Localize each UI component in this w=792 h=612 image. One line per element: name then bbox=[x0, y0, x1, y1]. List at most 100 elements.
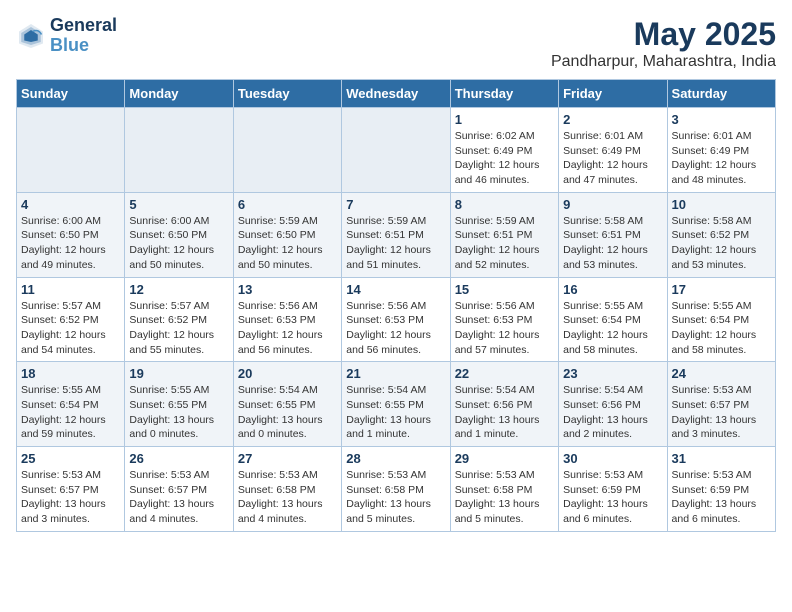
calendar-day-cell: 10 Sunrise: 5:58 AM Sunset: 6:52 PM Dayli… bbox=[667, 192, 775, 277]
day-number: 16 bbox=[563, 282, 662, 297]
day-info: Sunrise: 5:59 AM Sunset: 6:51 PM Dayligh… bbox=[455, 214, 554, 273]
month-title: May 2025 bbox=[551, 16, 776, 53]
calendar-day-cell: 22 Sunrise: 5:54 AM Sunset: 6:56 PM Dayli… bbox=[450, 362, 558, 447]
day-number: 15 bbox=[455, 282, 554, 297]
day-info: Sunrise: 5:53 AM Sunset: 6:58 PM Dayligh… bbox=[455, 468, 554, 527]
day-info: Sunrise: 5:53 AM Sunset: 6:58 PM Dayligh… bbox=[238, 468, 337, 527]
day-number: 20 bbox=[238, 366, 337, 381]
day-number: 12 bbox=[129, 282, 228, 297]
weekday-header: Monday bbox=[125, 80, 233, 108]
calendar-day-cell: 5Sunrise: 6:00 AM Sunset: 6:50 PM Daylig… bbox=[125, 192, 233, 277]
calendar-day-cell: 15Sunrise: 5:56 AM Sunset: 6:53 PM Dayli… bbox=[450, 277, 558, 362]
logo-line2: Blue bbox=[50, 36, 117, 56]
day-number: 18 bbox=[21, 366, 120, 381]
calendar-day-cell: 27Sunrise: 5:53 AM Sunset: 6:58 PM Dayli… bbox=[233, 447, 341, 532]
day-info: Sunrise: 5:55 AM Sunset: 6:54 PM Dayligh… bbox=[563, 299, 662, 358]
day-number: 9 bbox=[563, 197, 662, 212]
calendar-week-row: 25Sunrise: 5:53 AM Sunset: 6:57 PM Dayli… bbox=[17, 447, 776, 532]
day-number: 11 bbox=[21, 282, 120, 297]
calendar-day-cell bbox=[125, 108, 233, 193]
day-info: Sunrise: 5:59 AM Sunset: 6:51 PM Dayligh… bbox=[346, 214, 445, 273]
day-info: Sunrise: 5:55 AM Sunset: 6:55 PM Dayligh… bbox=[129, 383, 228, 442]
calendar-day-cell: 8 Sunrise: 5:59 AM Sunset: 6:51 PM Daylig… bbox=[450, 192, 558, 277]
day-info: Sunrise: 5:53 AM Sunset: 6:59 PM Dayligh… bbox=[563, 468, 662, 527]
day-number: 22 bbox=[455, 366, 554, 381]
calendar-day-cell: 9 Sunrise: 5:58 AM Sunset: 6:51 PM Daylig… bbox=[559, 192, 667, 277]
day-info: Sunrise: 5:53 AM Sunset: 6:57 PM Dayligh… bbox=[129, 468, 228, 527]
calendar-day-cell: 2 Sunrise: 6:01 AM Sunset: 6:49 PM Daylig… bbox=[559, 108, 667, 193]
day-number: 4 bbox=[21, 197, 120, 212]
day-number: 6 bbox=[238, 197, 337, 212]
calendar-day-cell: 6 Sunrise: 5:59 AM Sunset: 6:50 PM Daylig… bbox=[233, 192, 341, 277]
day-number: 28 bbox=[346, 451, 445, 466]
logo: General Blue bbox=[16, 16, 117, 56]
calendar-day-cell bbox=[17, 108, 125, 193]
calendar-day-cell: 14 Sunrise: 5:56 AM Sunset: 6:53 PM Dayli… bbox=[342, 277, 450, 362]
day-info: Sunrise: 5:56 AM Sunset: 6:53 PM Dayligh… bbox=[346, 299, 445, 358]
calendar-day-cell: 1 Sunrise: 6:02 AM Sunset: 6:49 PM Daylig… bbox=[450, 108, 558, 193]
calendar-day-cell: 4Sunrise: 6:00 AM Sunset: 6:50 PM Daylig… bbox=[17, 192, 125, 277]
calendar-day-cell: 30 Sunrise: 5:53 AM Sunset: 6:59 PM Dayli… bbox=[559, 447, 667, 532]
day-number: 17 bbox=[672, 282, 771, 297]
calendar-day-cell: 23Sunrise: 5:54 AM Sunset: 6:56 PM Dayli… bbox=[559, 362, 667, 447]
calendar-day-cell: 7 Sunrise: 5:59 AM Sunset: 6:51 PM Daylig… bbox=[342, 192, 450, 277]
calendar-day-cell: 25Sunrise: 5:53 AM Sunset: 6:57 PM Dayli… bbox=[17, 447, 125, 532]
day-number: 19 bbox=[129, 366, 228, 381]
day-number: 30 bbox=[563, 451, 662, 466]
calendar-day-cell: 24 Sunrise: 5:53 AM Sunset: 6:57 PM Dayli… bbox=[667, 362, 775, 447]
calendar-week-row: 11 Sunrise: 5:57 AM Sunset: 6:52 PM Dayli… bbox=[17, 277, 776, 362]
weekday-header: Tuesday bbox=[233, 80, 341, 108]
day-info: Sunrise: 5:59 AM Sunset: 6:50 PM Dayligh… bbox=[238, 214, 337, 273]
day-number: 2 bbox=[563, 112, 662, 127]
day-number: 10 bbox=[672, 197, 771, 212]
day-number: 23 bbox=[563, 366, 662, 381]
day-number: 26 bbox=[129, 451, 228, 466]
calendar-day-cell: 26 Sunrise: 5:53 AM Sunset: 6:57 PM Dayli… bbox=[125, 447, 233, 532]
calendar-week-row: 18 Sunrise: 5:55 AM Sunset: 6:54 PM Dayli… bbox=[17, 362, 776, 447]
calendar-week-row: 4Sunrise: 6:00 AM Sunset: 6:50 PM Daylig… bbox=[17, 192, 776, 277]
day-info: Sunrise: 5:56 AM Sunset: 6:53 PM Dayligh… bbox=[238, 299, 337, 358]
calendar-day-cell: 12 Sunrise: 5:57 AM Sunset: 6:52 PM Dayli… bbox=[125, 277, 233, 362]
day-info: Sunrise: 5:53 AM Sunset: 6:58 PM Dayligh… bbox=[346, 468, 445, 527]
weekday-header: Thursday bbox=[450, 80, 558, 108]
calendar-day-cell: 18 Sunrise: 5:55 AM Sunset: 6:54 PM Dayli… bbox=[17, 362, 125, 447]
calendar-day-cell bbox=[342, 108, 450, 193]
day-info: Sunrise: 6:02 AM Sunset: 6:49 PM Dayligh… bbox=[455, 129, 554, 188]
calendar-day-cell: 16 Sunrise: 5:55 AM Sunset: 6:54 PM Dayli… bbox=[559, 277, 667, 362]
calendar-day-cell: 31Sunrise: 5:53 AM Sunset: 6:59 PM Dayli… bbox=[667, 447, 775, 532]
day-number: 31 bbox=[672, 451, 771, 466]
logo-icon bbox=[16, 21, 46, 51]
day-number: 7 bbox=[346, 197, 445, 212]
calendar-table: SundayMondayTuesdayWednesdayThursdayFrid… bbox=[16, 79, 776, 532]
calendar-day-cell: 29Sunrise: 5:53 AM Sunset: 6:58 PM Dayli… bbox=[450, 447, 558, 532]
calendar-day-cell: 19 Sunrise: 5:55 AM Sunset: 6:55 PM Dayli… bbox=[125, 362, 233, 447]
day-info: Sunrise: 5:54 AM Sunset: 6:55 PM Dayligh… bbox=[238, 383, 337, 442]
calendar-day-cell: 11Sunrise: 5:57 AM Sunset: 6:52 PM Dayli… bbox=[17, 277, 125, 362]
day-number: 5 bbox=[129, 197, 228, 212]
day-number: 3 bbox=[672, 112, 771, 127]
day-info: Sunrise: 5:57 AM Sunset: 6:52 PM Dayligh… bbox=[129, 299, 228, 358]
day-info: Sunrise: 5:58 AM Sunset: 6:51 PM Dayligh… bbox=[563, 214, 662, 273]
day-number: 8 bbox=[455, 197, 554, 212]
day-info: Sunrise: 5:55 AM Sunset: 6:54 PM Dayligh… bbox=[21, 383, 120, 442]
day-info: Sunrise: 5:53 AM Sunset: 6:57 PM Dayligh… bbox=[672, 383, 771, 442]
weekday-header: Friday bbox=[559, 80, 667, 108]
calendar-day-cell: 20 Sunrise: 5:54 AM Sunset: 6:55 PM Dayli… bbox=[233, 362, 341, 447]
day-info: Sunrise: 6:01 AM Sunset: 6:49 PM Dayligh… bbox=[563, 129, 662, 188]
calendar-day-cell bbox=[233, 108, 341, 193]
weekday-header: Sunday bbox=[17, 80, 125, 108]
weekday-header-row: SundayMondayTuesdayWednesdayThursdayFrid… bbox=[17, 80, 776, 108]
header: General Blue May 2025 Pandharpur, Mahara… bbox=[16, 16, 776, 71]
day-number: 14 bbox=[346, 282, 445, 297]
day-info: Sunrise: 5:54 AM Sunset: 6:56 PM Dayligh… bbox=[455, 383, 554, 442]
day-info: Sunrise: 5:58 AM Sunset: 6:52 PM Dayligh… bbox=[672, 214, 771, 273]
logo-line1: General bbox=[50, 16, 117, 36]
day-number: 1 bbox=[455, 112, 554, 127]
weekday-header: Saturday bbox=[667, 80, 775, 108]
calendar-week-row: 1 Sunrise: 6:02 AM Sunset: 6:49 PM Daylig… bbox=[17, 108, 776, 193]
calendar-day-cell: 28 Sunrise: 5:53 AM Sunset: 6:58 PM Dayli… bbox=[342, 447, 450, 532]
day-info: Sunrise: 5:55 AM Sunset: 6:54 PM Dayligh… bbox=[672, 299, 771, 358]
day-number: 24 bbox=[672, 366, 771, 381]
calendar-day-cell: 3Sunrise: 6:01 AM Sunset: 6:49 PM Daylig… bbox=[667, 108, 775, 193]
location-subtitle: Pandharpur, Maharashtra, India bbox=[551, 53, 776, 71]
